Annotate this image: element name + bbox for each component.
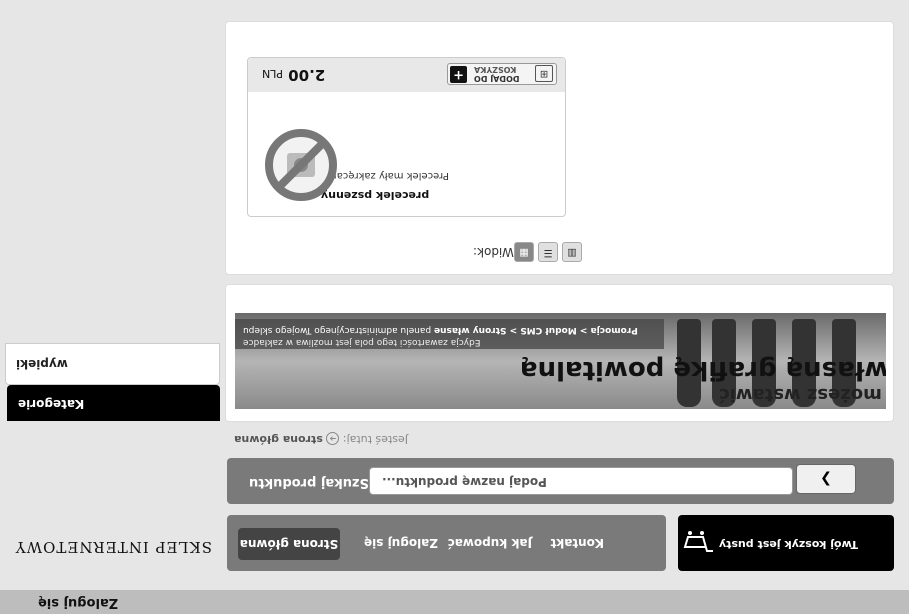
gallery-view-icon[interactable]: ▥ [562, 242, 582, 262]
breadcrumb-home-link[interactable]: strona główna [234, 433, 323, 446]
nav-item-login[interactable]: Zaloguj się [364, 515, 438, 571]
top-bar: Zaloguj się [0, 590, 909, 614]
breadcrumb-prefix: Jesteś tutaj: [342, 433, 408, 446]
nav-item-how-to-buy[interactable]: Jak kupować [448, 515, 532, 571]
add-to-cart-line-2: KOSZYKA [474, 65, 517, 74]
nav-item-contact[interactable]: Kontakt [551, 515, 604, 571]
welcome-banner-box: Tu możesz wstawić własną grafikę powital… [225, 284, 894, 422]
top-login-link[interactable]: Zaloguj się [38, 595, 118, 610]
search-placeholder: Podaj nazwę produktu... [382, 475, 547, 489]
add-to-cart-button[interactable]: + DODAJ DO KOSZYKA ⊞ [447, 63, 557, 85]
add-to-cart-line-1: DODAJ DO [474, 74, 520, 83]
search-label: Szukaj produktu [249, 475, 369, 490]
view-label: Widok: [473, 245, 514, 259]
basket-icon: ⊞ [535, 65, 553, 82]
search-input[interactable]: Podaj nazwę produktu... [369, 467, 793, 495]
grid-view-icon[interactable]: ▦ [514, 242, 534, 262]
list-view-icon[interactable]: ☰ [538, 242, 558, 262]
product-card[interactable]: precelek pszenny Precelek mały zakręcany… [247, 57, 566, 217]
product-footer: 2.00 PLN + DODAJ DO KOSZYKA ⊞ [248, 58, 565, 92]
banner-path: Promocja > Moduł CMS > Strony własne pan… [243, 325, 638, 335]
nav-item-home[interactable]: Strona główna [238, 528, 340, 560]
cart-icon [683, 531, 713, 552]
banner-note: Edycja zawartości tego pola jest możliwa… [243, 337, 481, 347]
product-price: 2.00 PLN [262, 66, 326, 84]
main-nav: Strona główna Zaloguj się Jak kupować Ko… [227, 515, 666, 571]
chevron-right-icon: ❯ [820, 471, 832, 487]
plus-icon: + [450, 66, 467, 83]
cart-box[interactable]: Twój koszyk jest pusty [678, 515, 894, 571]
cart-status: Twój koszyk jest pusty [718, 538, 858, 551]
shop-title[interactable]: SKLEP INTERNETOWY [15, 538, 212, 556]
arrow-circle-icon: ➔ [326, 432, 340, 446]
categories-header: Kategorie [7, 385, 220, 421]
banner-line-2: własną grafikę powitalną [520, 355, 886, 385]
search-button[interactable]: ❯ [796, 464, 856, 494]
category-item-wypieki[interactable]: wypieki [5, 343, 220, 385]
no-image-icon [265, 129, 337, 201]
search-bar: Szukaj produktu Podaj nazwę produktu... … [227, 458, 894, 504]
breadcrumb: Jesteś tutaj: ➔ strona główna [228, 430, 408, 446]
welcome-banner: Tu możesz wstawić własną grafikę powital… [235, 313, 886, 409]
page-canvas: Zaloguj się SKLEP INTERNETOWY Strona głó… [0, 0, 909, 614]
view-switcher: Widok: ▦ ☰ ▥ [473, 240, 593, 262]
banner-line-1: Tu możesz wstawić [719, 384, 886, 405]
